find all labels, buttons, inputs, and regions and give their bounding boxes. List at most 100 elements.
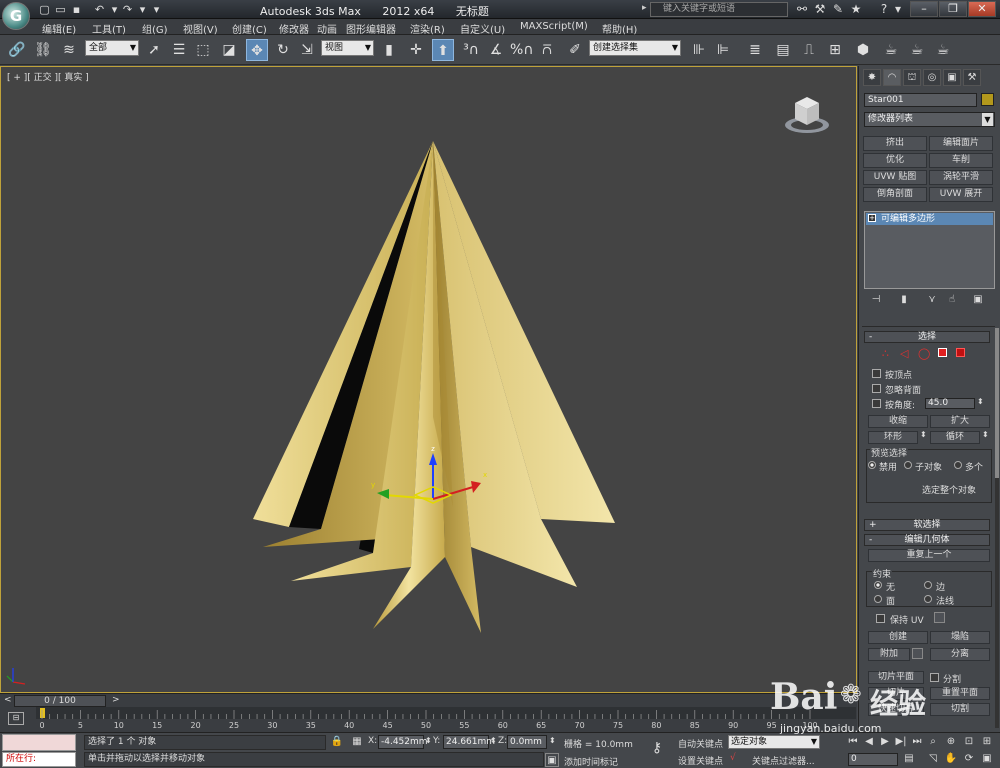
minimize-button[interactable]: – [910,1,938,17]
constraint-edge-radio[interactable] [924,581,932,589]
preview-multi-radio[interactable] [954,461,962,469]
select-and-link-icon[interactable]: 🔗 [6,39,28,61]
search-expand-icon[interactable]: ▸ [642,3,647,13]
menu-rendering[interactable]: 渲染(R) [410,21,445,36]
modifier-edit-patch-button[interactable]: 编辑面片 [929,136,993,151]
z-spinner-icon[interactable]: ⬍ [549,736,556,745]
selection-rollout-header[interactable]: - 选择 [864,331,990,343]
pan-view-icon[interactable]: ✋ [944,752,958,766]
angle-spinner[interactable]: 45.0 [925,398,975,409]
menu-help[interactable]: 帮助(H) [602,21,637,36]
render-production-icon[interactable]: ☕ [932,39,954,61]
preserve-uv-settings-icon[interactable] [934,612,945,623]
set-key-button[interactable]: 设置关键点 [678,754,723,767]
split-checkbox[interactable] [930,673,939,682]
repeat-last-button[interactable]: 重复上一个 [868,549,990,562]
modifier-unwrap-uvw-button[interactable]: UVW 展开 [929,187,993,202]
restore-button[interactable]: ❐ [939,1,967,17]
make-unique-icon[interactable]: ⋎ [925,294,939,308]
constraint-face-radio[interactable] [874,595,882,603]
edge-subobject-icon[interactable]: ◁ [900,347,908,360]
detach-button[interactable]: 分离 [930,648,990,661]
time-slider-prev-icon[interactable]: < [4,695,12,705]
create-button[interactable]: 创建 [868,631,928,644]
zoom-extents-icon[interactable]: ⊡ [962,735,976,749]
named-selection-dropdown[interactable]: 创建选择集 ▼ [589,40,681,56]
element-subobject-icon[interactable] [956,348,965,357]
select-object-icon[interactable]: ➚ [143,39,165,61]
modifier-list-dropdown[interactable]: 修改器列表 ▼ [864,112,995,127]
new-file-icon[interactable]: ▢ [38,3,51,16]
create-tab-icon[interactable]: ✸ [863,69,881,86]
expand-plus-icon[interactable]: + [868,214,876,222]
edit-named-selection-icon[interactable]: ✐ [564,39,586,61]
cut-button[interactable]: 切割 [930,703,990,716]
viewport-label[interactable]: [ + ][ 正交 ][ 真实 ] [7,70,89,83]
undo-icon[interactable]: ↶ [93,3,106,16]
constraint-normal-radio[interactable] [924,595,932,603]
bind-to-spacewarp-icon[interactable]: ≋ [58,39,80,61]
next-frame-icon[interactable]: ▶| [894,735,908,749]
use-pivot-center-icon[interactable]: ▮ [378,39,400,61]
angle-snap-icon[interactable]: ∡ [485,39,507,61]
search-input[interactable]: 键入关键字或短语 [650,2,788,17]
time-slider-next-icon[interactable]: > [112,695,120,705]
slice-plane-button[interactable]: 切片平面 [868,671,924,684]
material-editor-icon[interactable]: ⬢ [852,39,874,61]
menu-maxscript[interactable]: MAXScript(M) [520,21,588,32]
track-bar[interactable]: ⊟ 0 5 10 15 20 25 30 35 40 45 50 55 60 65 70 75 80 85 90 95… [0,707,857,732]
modifier-lathe-button[interactable]: 车削 [929,153,993,168]
open-file-icon[interactable]: ▭ [54,3,67,16]
ring-spinner-icon[interactable]: ⬍ [920,430,927,439]
y-coord-field[interactable]: 24.661mm [443,735,495,749]
preview-subobject-radio[interactable] [904,461,912,469]
play-icon[interactable]: ▶ [878,735,892,749]
quickslice-button[interactable]: 快速切片 [868,703,924,716]
keyboard-shortcut-override-icon[interactable]: ⬆ [432,39,454,61]
remove-modifier-icon[interactable]: ☝ [945,294,959,308]
attach-list-icon[interactable] [912,648,923,659]
object-color-swatch[interactable] [981,93,994,106]
collapse-button[interactable]: 塌陷 [930,631,990,644]
transform-mode-icon[interactable]: ▦ [350,735,364,749]
quick-access-dropdown-icon[interactable]: ▾ [150,3,163,16]
save-file-icon[interactable]: ▪ [70,3,83,16]
close-button[interactable]: ✕ [968,1,996,17]
menu-edit[interactable]: 编辑(E) [42,21,76,36]
field-of-view-icon[interactable]: ◹ [926,752,940,766]
object-name-field[interactable]: Star001 [864,93,977,107]
shrink-button[interactable]: 收缩 [868,415,928,428]
help-dropdown-icon[interactable]: ▾ [890,2,906,17]
zoom-icon[interactable]: ⌕ [926,735,940,749]
motion-tab-icon[interactable]: ◎ [923,69,941,86]
attach-button[interactable]: 附加 [868,648,910,661]
by-angle-checkbox[interactable] [872,399,881,408]
binoculars-icon[interactable]: ⚯ [794,2,810,17]
zoom-all-icon[interactable]: ⊕ [944,735,958,749]
configure-modifier-sets-icon[interactable]: ▣ [971,294,985,308]
key-selection-dropdown[interactable]: 选定对象 ▼ [728,735,820,749]
redo-dropdown-icon[interactable]: ▾ [136,3,149,16]
time-tag-icon[interactable]: ▣ [545,753,559,767]
command-panel-scrollbar[interactable] [995,328,999,728]
menu-customize[interactable]: 自定义(U) [460,21,505,36]
menu-views[interactable]: 视图(V) [183,21,218,36]
viewcube-icon[interactable] [782,89,832,139]
menu-modifiers[interactable]: 修改器 [279,21,309,36]
x-coord-field[interactable]: -4.452mm [378,735,428,749]
go-to-start-icon[interactable]: ⏮ [846,735,860,749]
maxscript-mini-listener[interactable] [2,734,76,751]
constraint-none-radio[interactable] [874,581,882,589]
redo-icon[interactable]: ↷ [121,3,134,16]
select-and-manipulate-icon[interactable]: ✛ [405,39,427,61]
curve-editor-icon[interactable]: ⎍ [798,39,820,61]
spinner-arrows-icon[interactable]: ⬍ [977,397,984,406]
percent-snap-icon[interactable]: %∩ [510,39,534,61]
modifier-bevel-profile-button[interactable]: 倒角剖面 [863,187,927,202]
border-subobject-icon[interactable]: ◯ [918,347,930,360]
mini-curve-editor-icon[interactable]: ⊟ [8,712,24,725]
reset-plane-button[interactable]: 重置平面 [930,687,990,700]
menu-animation[interactable]: 动画 [317,21,337,36]
edit-geometry-rollout-header[interactable]: - 编辑几何体 [864,534,990,546]
vertex-subobject-icon[interactable]: ∴ [882,347,889,360]
